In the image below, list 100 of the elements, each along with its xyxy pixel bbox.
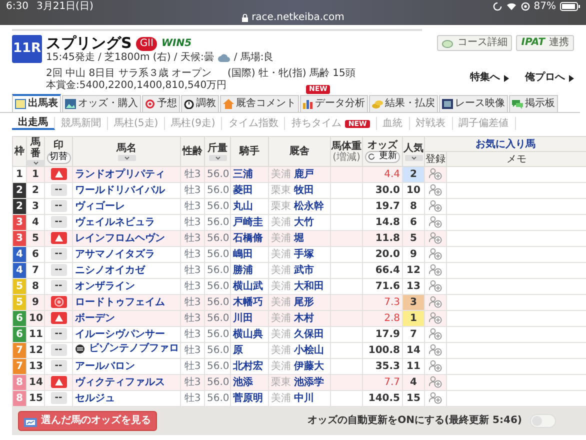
frame-number: 7 [12,358,26,375]
sort-caret-icon[interactable] [27,160,45,166]
column-subheader: (増減) [332,152,362,163]
column-header: 性齢 [181,146,204,158]
tab[interactable]: 予想 [142,95,180,112]
trainer-link[interactable]: 大竹 [294,216,314,228]
sort-caret-icon[interactable] [208,154,226,161]
trainer-link[interactable]: 中川 [294,392,314,404]
add-favorite-icon[interactable] [429,168,442,180]
stable-region: 栗東 [271,184,291,196]
popularity-rank: 9 [402,246,424,263]
add-favorite-icon[interactable] [429,344,442,356]
odds-value: 2.8 [362,310,402,327]
double-circle-mark-icon[interactable] [50,296,66,308]
refresh-button[interactable]: 更新 [365,151,400,163]
sort-caret-icon[interactable] [118,154,136,161]
mark-button[interactable]: -- [50,216,66,228]
ipat-button[interactable]: IPAT 連携 [516,35,574,51]
weight-carried: 56.0 [204,246,230,263]
location-icon [520,2,530,11]
view-odds-button[interactable]: 選んだ馬のオッズを見る [18,411,157,432]
address-bar-url[interactable]: race.netkeiba.com [252,12,344,24]
tab[interactable]: 出馬表 [12,94,61,112]
trainer-link[interactable]: 伊藤大 [294,360,324,372]
course-button[interactable]: コース詳細 [437,35,512,51]
add-favorite-icon[interactable] [429,216,442,228]
add-favorite-icon[interactable] [429,328,442,340]
horse-number: 2 [26,182,44,199]
add-favorite-icon[interactable] [429,312,442,324]
sort-caret-icon[interactable] [404,154,422,161]
trainer-link[interactable]: 木村 [294,312,314,324]
add-favorite-icon[interactable] [429,392,442,404]
mark-button[interactable]: -- [50,392,66,404]
mark-button[interactable]: -- [50,360,66,372]
odds-value: 7.3 [362,294,402,311]
triangle-mark-icon[interactable] [50,168,66,180]
target-icon [145,99,155,110]
mark-button[interactable]: -- [50,264,66,276]
odds-value: 30.0 [362,182,402,199]
tab[interactable]: 調教 [181,95,219,112]
page-link[interactable]: 俺プロへ [525,72,574,84]
frame-number: 4 [12,262,26,279]
add-favorite-icon[interactable] [429,360,442,372]
stable-region: 美浦 [271,248,291,260]
mark-button[interactable]: -- [50,344,66,356]
trainer-link[interactable]: 大和田 [294,280,324,292]
frame-number: 4 [12,246,26,263]
mark-button[interactable]: -- [50,200,66,212]
trainer-link[interactable]: 鹿戸 [294,168,314,180]
odds-value: 17.9 [362,326,402,343]
sub-tab[interactable]: 出走馬 [12,117,55,130]
sex-age: 牡3 [180,326,204,343]
triangle-mark-icon[interactable] [50,312,66,324]
trainer-link[interactable]: 久保田 [294,328,324,340]
trainer-link[interactable]: 池添学 [294,376,324,388]
stable-region: 美浦 [271,168,291,180]
popularity-rank: 14 [402,342,424,359]
wifi-icon [506,2,517,11]
triangle-icon [504,74,509,82]
add-favorite-icon[interactable] [429,184,442,196]
trainer-link[interactable]: 牧田 [294,184,314,196]
add-favorite-icon[interactable] [429,200,442,212]
add-favorite-icon[interactable] [429,264,442,276]
stable-region: 美浦 [271,328,291,340]
jockey-link[interactable]: 原 [233,344,243,356]
mark-button[interactable]: -- [50,328,66,340]
trainer-link[interactable]: 堀 [294,232,304,244]
trainer-link[interactable]: 小桧山 [294,344,324,356]
add-favorite-icon[interactable] [429,248,442,260]
triangle-mark-icon[interactable] [50,232,66,244]
trainer-link[interactable]: 手塚 [294,248,314,260]
add-favorite-icon[interactable] [429,296,442,308]
rotation-lock-icon [492,2,502,11]
lock-icon [242,14,248,22]
triangle-mark-icon[interactable] [50,376,66,388]
grade-badge: GII [136,36,158,51]
cloud-icon [218,54,230,62]
tab[interactable]: 掲示板 [509,95,558,112]
stable-region: 美浦 [271,392,291,404]
add-favorite-icon[interactable] [429,280,442,292]
sex-age: 牡3 [180,374,204,391]
tab[interactable]: レース映像 [439,95,508,112]
frame-number: 1 [12,166,26,183]
tab[interactable]: 結果・払戻 [369,95,438,112]
toggle-button[interactable]: 切替 [46,152,70,164]
tab[interactable]: データ分析 [300,95,368,112]
add-favorite-icon[interactable] [429,376,442,388]
stable-region: 美浦 [271,264,291,276]
trainer-link[interactable]: 松永幹 [294,200,324,212]
trainer-link[interactable]: 武市 [294,264,314,276]
add-favorite-icon[interactable] [429,232,442,244]
tab[interactable]: オッズ・購入 [62,95,141,112]
trainer-link[interactable]: 尾形 [294,296,314,308]
tab[interactable]: 厩舎コメント [220,95,299,112]
odds-value: 66.4 [362,262,402,279]
mark-button[interactable]: -- [50,280,66,292]
page-link[interactable]: 特集へ [470,72,509,84]
mark-button[interactable]: -- [50,184,66,196]
mark-button[interactable]: -- [50,248,66,260]
odds-value: 11.8 [362,230,402,247]
